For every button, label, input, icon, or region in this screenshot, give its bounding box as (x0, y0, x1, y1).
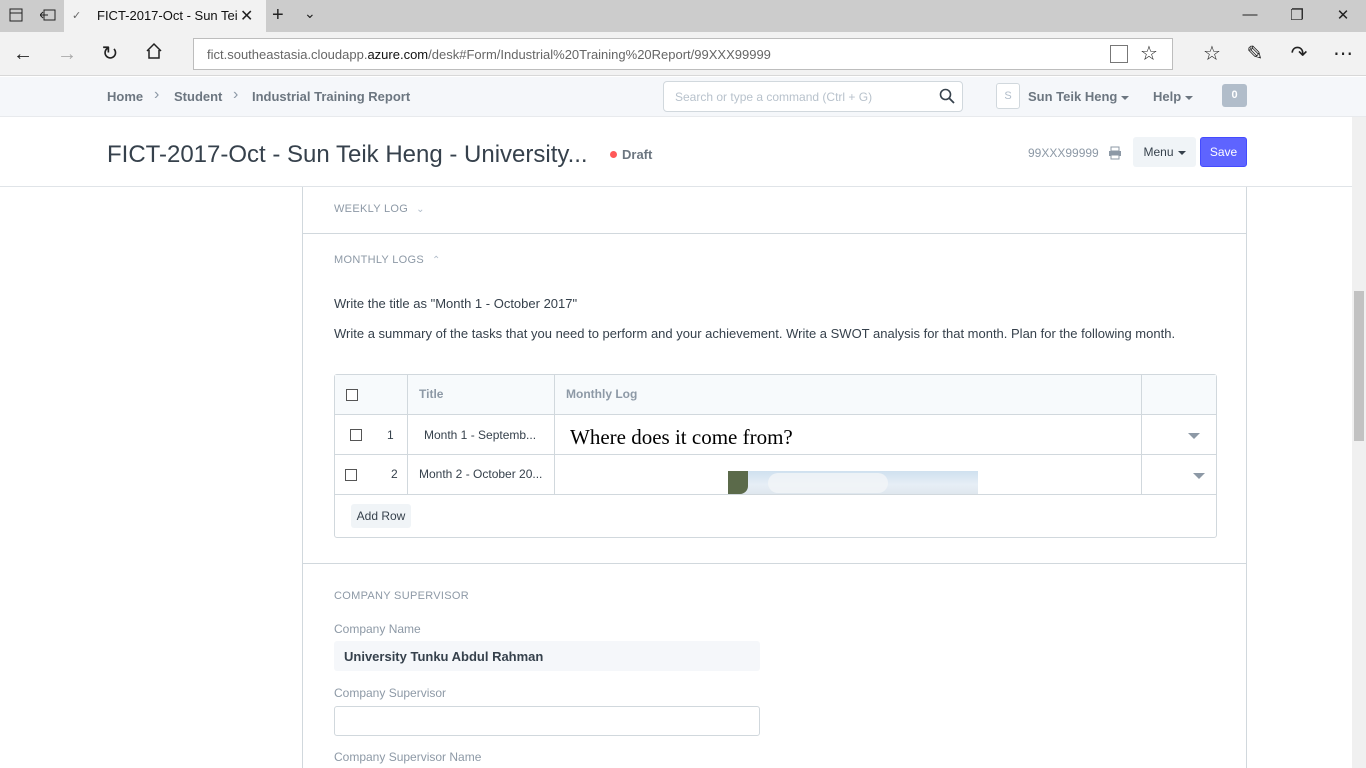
refresh-icon[interactable]: ↻ (98, 42, 122, 66)
section-monthly-logs[interactable]: MONTHLY LOGS ⌃ (334, 254, 441, 266)
url-text: fict.southeastasia.cloudapp.azure.com/de… (207, 47, 771, 62)
form-body: WEEKLY LOG ⌄ MONTHLY LOGS ⌃ Write the titl… (302, 187, 1247, 768)
restore-icon[interactable]: ❐ (1287, 6, 1307, 24)
reading-view-icon[interactable] (1110, 45, 1128, 63)
document-id: 99XXX99999 (1028, 146, 1099, 160)
tab-title: FICT-2017-Oct - Sun Tei (97, 8, 237, 23)
breadcrumb-student[interactable]: Student (174, 89, 222, 104)
browser-tab-active[interactable]: ✓ FICT-2017-Oct - Sun Tei ✕ (64, 0, 266, 32)
monthly-logs-grid: Title Monthly Log 1 Month 1 - Septemb...… (334, 374, 1217, 538)
grid-header-monthly-log: Monthly Log (566, 387, 638, 401)
select-all-checkbox[interactable] (346, 389, 358, 401)
user-menu[interactable]: Sun Teik Heng (1028, 89, 1130, 104)
page-head: FICT-2017-Oct - Sun Teik Heng - Universi… (0, 117, 1366, 187)
print-icon[interactable] (1108, 146, 1122, 165)
monthly-logs-instruction-summary: Write a summary of the tasks that you ne… (334, 326, 1176, 341)
row-index: 1 (387, 428, 394, 442)
page-favicon-icon: ✓ (72, 10, 82, 22)
share-icon[interactable]: ↷ (1287, 42, 1311, 66)
row-dropdown-icon[interactable] (1188, 433, 1200, 439)
row-checkbox[interactable] (350, 429, 362, 441)
help-menu[interactable]: Help (1153, 89, 1194, 104)
address-bar[interactable]: fict.southeastasia.cloudapp.azure.com/de… (193, 38, 1173, 70)
awesome-bar-search-input[interactable]: Search or type a command (Ctrl + G) (663, 81, 963, 112)
breadcrumb-home[interactable]: Home (107, 89, 143, 104)
home-icon[interactable] (142, 42, 166, 66)
app-navbar: Home › Student › Industrial Training Rep… (0, 77, 1366, 117)
more-options-icon[interactable]: ⋯ (1331, 42, 1355, 66)
row-monthly-log-image (728, 471, 978, 494)
favorite-star-icon[interactable]: ☆ (1140, 41, 1158, 66)
chevron-up-icon: ⌃ (432, 255, 441, 266)
minimize-icon[interactable]: — (1240, 6, 1260, 23)
row-monthly-log[interactable]: Where does it come from? (570, 425, 793, 450)
grid-header-title: Title (419, 387, 444, 401)
user-avatar[interactable]: S (996, 83, 1020, 109)
row-dropdown-icon[interactable] (1193, 473, 1205, 479)
page-scrollbar[interactable] (1352, 117, 1366, 768)
company-supervisor-name-label: Company Supervisor Name (334, 750, 482, 764)
breadcrumb-separator-icon: › (154, 86, 160, 103)
chevron-down-icon: ⌄ (416, 204, 425, 215)
search-icon (938, 87, 956, 110)
notification-badge[interactable]: 0 (1222, 84, 1247, 107)
scrollbar-thumb[interactable] (1354, 291, 1364, 441)
section-company-supervisor: COMPANY SUPERVISOR (334, 590, 469, 602)
favorites-hub-icon[interactable]: ☆ (1200, 42, 1224, 66)
draft-indicator-dot (610, 151, 617, 158)
monthly-logs-instruction-title: Write the title as "Month 1 - October 20… (334, 296, 578, 311)
table-row[interactable]: 2 Month 2 - October 20... (335, 455, 1216, 495)
caret-down-icon (1185, 95, 1194, 100)
browser-toolbar: ← → ↻ fict.southeastasia.cloudapp.azure.… (0, 32, 1366, 76)
table-row[interactable]: 1 Month 1 - Septemb... Where does it com… (335, 415, 1216, 455)
row-checkbox[interactable] (345, 469, 357, 481)
tab-close-icon[interactable]: ✕ (240, 6, 253, 26)
caret-down-icon (1121, 95, 1130, 100)
search-placeholder: Search or type a command (Ctrl + G) (675, 90, 873, 104)
breadcrumb-separator-icon: › (233, 86, 239, 103)
section-divider (303, 563, 1246, 564)
company-supervisor-input[interactable] (334, 706, 760, 736)
row-title[interactable]: Month 1 - Septemb... (424, 428, 554, 442)
add-row-button[interactable]: Add Row (351, 504, 411, 528)
menu-button[interactable]: Menu (1133, 137, 1196, 167)
page-title: FICT-2017-Oct - Sun Teik Heng - Universi… (107, 141, 588, 168)
window-close-icon[interactable]: ✕ (1333, 6, 1353, 24)
caret-down-icon (1177, 150, 1186, 155)
company-name-value: University Tunku Abdul Rahman (334, 641, 760, 671)
row-title[interactable]: Month 2 - October 20... (419, 467, 549, 481)
breadcrumb-industrial-training-report[interactable]: Industrial Training Report (252, 89, 410, 104)
section-weekly-log[interactable]: WEEKLY LOG ⌄ (334, 203, 425, 215)
save-button[interactable]: Save (1200, 137, 1247, 167)
tab-preview-chevron-icon[interactable]: ⌄ (304, 5, 316, 22)
back-icon[interactable]: ← (11, 42, 35, 66)
new-tab-icon[interactable]: + (272, 4, 284, 27)
browser-title-bar: ✓ FICT-2017-Oct - Sun Tei ✕ + ⌄ — ❐ ✕ (0, 0, 1366, 32)
company-supervisor-label: Company Supervisor (334, 686, 447, 700)
tab-actions-icon[interactable] (8, 8, 24, 24)
row-index: 2 (391, 467, 398, 481)
section-divider (303, 233, 1246, 234)
company-name-label: Company Name (334, 622, 421, 636)
forward-icon[interactable]: → (55, 42, 79, 66)
set-tabs-aside-icon[interactable] (39, 8, 56, 24)
status-badge: Draft (622, 147, 653, 162)
web-note-pen-icon[interactable]: ✎ (1243, 42, 1267, 66)
grid-header: Title Monthly Log (335, 375, 1216, 415)
